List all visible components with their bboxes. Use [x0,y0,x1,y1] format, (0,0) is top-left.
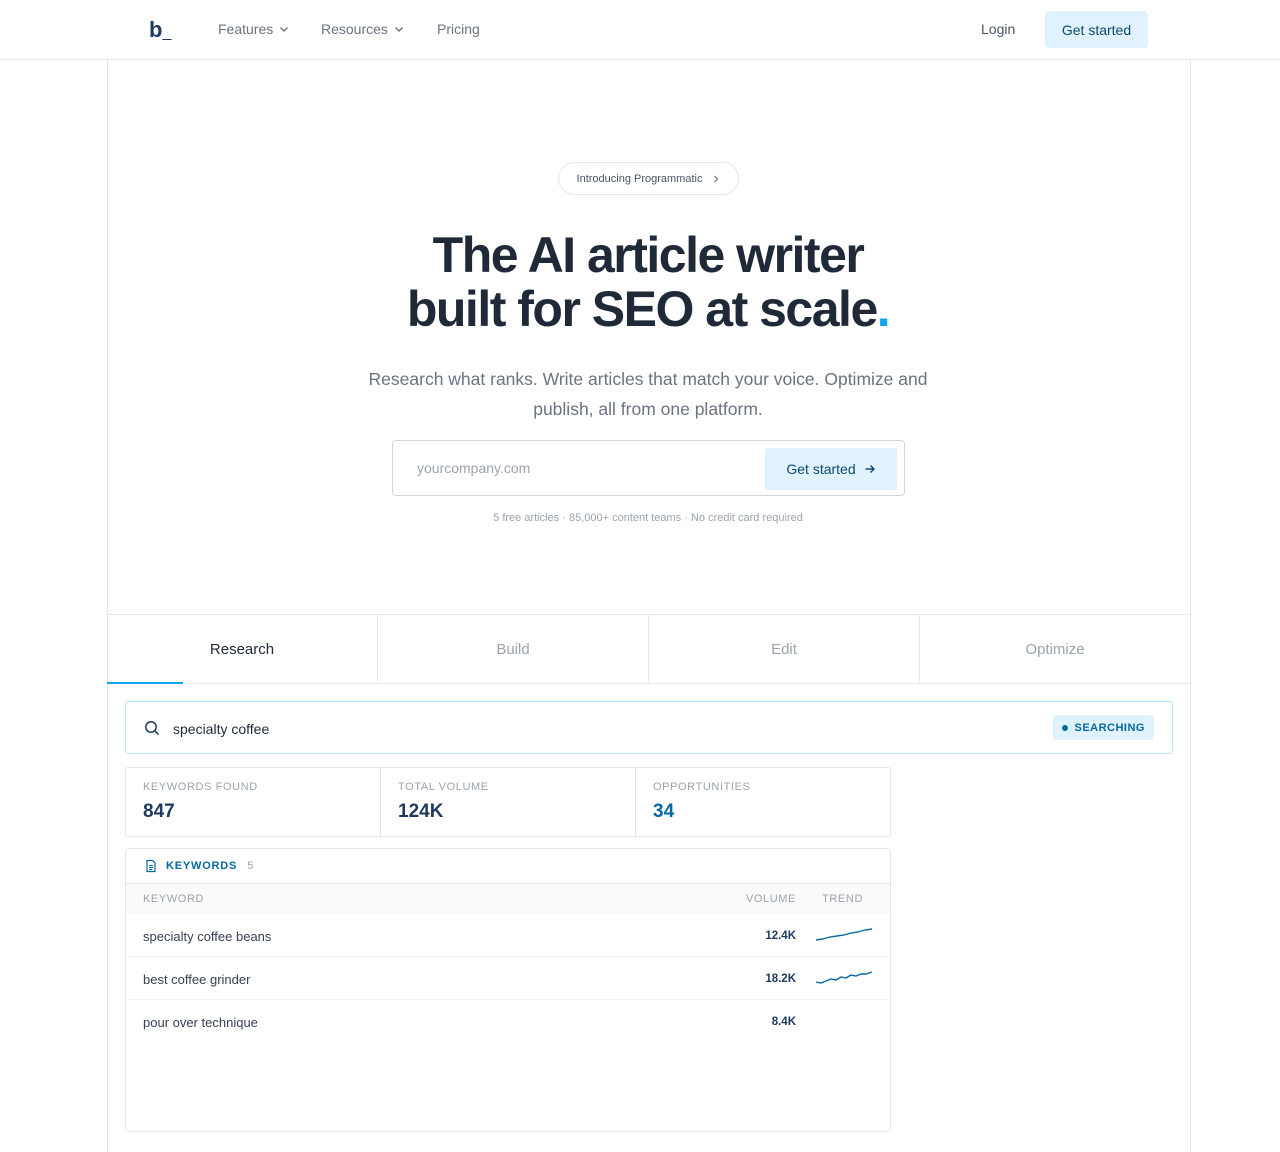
announcement-pill[interactable]: Introducing Programmatic [558,162,739,195]
nav-features[interactable]: Features [218,21,289,37]
stat-label: KEYWORDS FOUND [143,781,258,793]
login-link[interactable]: Login [981,21,1015,37]
keywords-title: KEYWORDS [166,860,238,872]
stat-value: 34 [653,801,675,822]
stat-label: TOTAL VOLUME [398,781,489,793]
stat-value: 847 [143,801,175,822]
hero-title-dot: . [876,281,891,337]
table-header: KEYWORD VOLUME TREND [126,884,890,914]
domain-input[interactable] [394,442,754,494]
stats-row: KEYWORDS FOUND 847 TOTAL VOLUME 124K OPP… [125,767,891,837]
keyword-name: best coffee grinder [143,972,251,987]
chevron-right-icon [714,175,719,182]
arrow-right-icon [865,465,875,473]
col-trend: TREND [822,893,863,905]
fineprint: 5 free articles · 85,000+ content teams … [493,512,803,524]
search-query: specialty coffee [173,721,270,737]
announcement-label: Introducing Programmatic [576,172,703,185]
hero-get-started-button[interactable]: Get started [765,448,897,490]
keywords-header: KEYWORDS 5 [126,849,890,884]
document-icon [146,859,156,873]
keyword-volume: 18.2K [765,973,796,985]
tab-optimize[interactable]: Optimize [920,615,1190,683]
col-volume: VOLUME [745,893,796,905]
trend-sparkline [815,928,873,941]
nav-pricing[interactable]: Pricing [437,21,480,37]
status-label: SEARCHING [1074,721,1145,734]
keywords-count: 5 [247,860,254,872]
keyword-name: pour over technique [143,1015,258,1030]
stat-total-volume: TOTAL VOLUME 124K [381,768,636,836]
nav-resources[interactable]: Resources [321,21,404,37]
stat-opportunities: OPPORTUNITIES 34 [636,768,890,836]
search-icon [145,721,160,736]
nav-features-label: Features [218,21,274,37]
tab-build[interactable]: Build [378,615,649,683]
hero-title-line1: The AI article writer [432,227,865,283]
logo[interactable]: b_ [149,17,171,43]
table-row[interactable]: specialty coffee beans 12.4K [126,914,890,957]
keyword-name: specialty coffee beans [143,929,272,944]
keyword-volume: 8.4K [771,1016,796,1028]
top-nav: b_ Features Resources Pricing Login Get … [0,0,1280,60]
table-row[interactable]: best coffee grinder 18.2K [126,957,890,1000]
keyword-search-bar[interactable]: specialty coffee SEARCHING [125,701,1173,754]
col-keyword: KEYWORD [143,893,205,905]
hero-title: The AI article writer built for SEO at s… [300,228,996,336]
nav-resources-label: Resources [321,21,388,37]
keywords-panel: KEYWORDS 5 KEYWORD VOLUME TREND specialt… [125,848,891,1132]
trend-sparkline [815,971,873,984]
stat-value: 124K [398,801,444,822]
hero-get-started-label: Get started [786,461,856,477]
stat-keywords-found: KEYWORDS FOUND 847 [126,768,381,836]
get-started-button[interactable]: Get started [1045,11,1148,48]
status-badge: SEARCHING [1053,715,1154,740]
tab-edit[interactable]: Edit [649,615,920,683]
keyword-volume: 12.4K [765,930,796,942]
chevron-down-icon [280,27,289,32]
hero-subtitle: Research what ranks. Write articles that… [368,369,928,419]
table-row[interactable]: pour over technique 8.4K [126,1000,890,1043]
chevron-down-icon [394,27,403,32]
tab-research[interactable]: Research [107,615,378,684]
status-dot [1062,724,1069,731]
signup-form: Get started [392,440,905,496]
stat-label: OPPORTUNITIES [653,781,751,793]
hero-title-line2: built for SEO at scale [406,281,878,337]
feature-tabs: Research Build Edit Optimize [107,614,1190,684]
